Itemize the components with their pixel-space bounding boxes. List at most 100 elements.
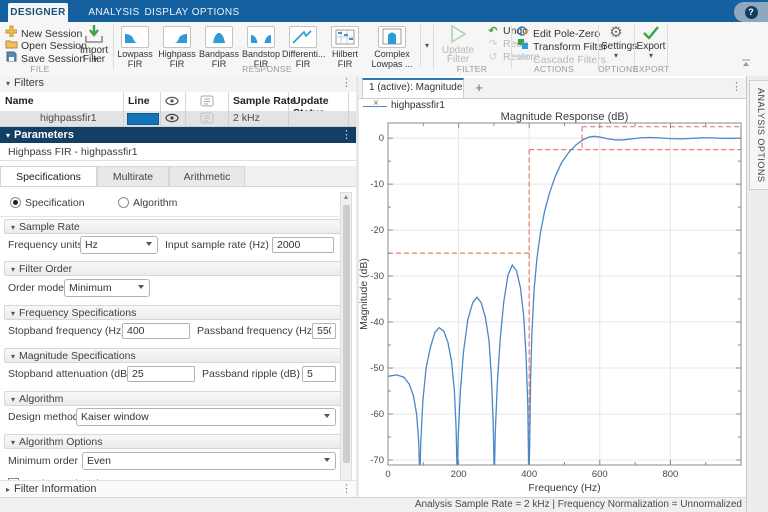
visibility-eye-icon[interactable] xyxy=(165,95,179,110)
row-eye-icon[interactable] xyxy=(165,112,179,127)
left-panel: ▾ Filters ⋮ Name Line Sample Rate Update … xyxy=(0,76,359,499)
passband-frequency-field[interactable] xyxy=(312,323,336,339)
close-tab-icon[interactable]: × xyxy=(373,98,379,109)
radio-selected-icon xyxy=(10,197,21,208)
input-sample-rate-field[interactable] xyxy=(272,237,334,253)
export-button[interactable]: Export ▾ xyxy=(636,24,666,60)
divider xyxy=(667,25,668,69)
bandstop-icon xyxy=(247,26,275,48)
edit-pole-zero-button[interactable]: Edit Pole-Zero xyxy=(516,25,600,40)
design-method-select[interactable]: Kaiser window xyxy=(76,408,336,426)
open-session-button[interactable]: Open Session xyxy=(4,38,87,52)
differentiator-icon xyxy=(289,26,317,48)
tab-arithmetic[interactable]: Arithmetic xyxy=(169,166,245,187)
collapse-ribbon-button[interactable] xyxy=(740,58,752,68)
bandpass-icon xyxy=(205,26,233,48)
bandpass-fir-button[interactable]: Bandpass FIR xyxy=(198,24,240,69)
radio-icon xyxy=(118,197,129,208)
radio-algorithm[interactable]: Algorithm xyxy=(118,194,177,212)
minimum-order-select[interactable]: Even xyxy=(82,452,336,470)
settings-button[interactable]: ⚙ Settings ▾ xyxy=(601,24,637,60)
radio-specification[interactable]: Specification xyxy=(10,194,85,212)
legend-label[interactable]: highpassfir1 xyxy=(391,100,445,111)
menu-dots-icon[interactable]: ⋮ xyxy=(341,127,352,143)
magnitude-response-chart[interactable]: 0 200 400 600 800 0 -10 -20 -30 -40 -50 -60 -70 Magni… xyxy=(359,112,746,497)
svg-text:600: 600 xyxy=(592,469,608,480)
design-mode-radios: Specification Algorithm xyxy=(0,192,338,217)
tab-analysis[interactable]: ANALYSIS xyxy=(84,3,144,22)
gallery-expand-button[interactable]: ▾ xyxy=(420,25,433,67)
stopband-frequency-field[interactable] xyxy=(122,323,190,339)
frequency-units-label: Frequency units xyxy=(8,239,83,251)
order-mode-select[interactable]: Minimum xyxy=(64,279,150,297)
tabbar-menu-dots-icon[interactable]: ⋮ xyxy=(731,80,742,93)
passband-ripple-field[interactable] xyxy=(302,366,336,382)
menu-dots-icon[interactable]: ⋮ xyxy=(341,76,352,91)
sample-rate-section-header[interactable]: ▾ Sample Rate xyxy=(4,219,344,234)
filter-table-row[interactable]: highpassfir1 2 kHz xyxy=(0,111,358,127)
complex-lowpass-fir-button[interactable]: Complex Lowpas ... xyxy=(366,24,418,69)
undo-icon: ↶ xyxy=(488,25,498,37)
stopband-attenuation-field[interactable] xyxy=(127,366,195,382)
hilbert-fir-button[interactable]: Hilbert FIR xyxy=(324,24,366,69)
row-sample-rate: 2 kHz xyxy=(233,112,260,124)
scroll-up-icon[interactable]: ▲ xyxy=(341,193,351,203)
new-session-button[interactable]: New Session xyxy=(4,25,82,40)
import-filter-button[interactable]: Import Filter xyxy=(76,24,112,65)
restore-icon: ↺ xyxy=(488,51,498,63)
tab-specifications[interactable]: Specifications xyxy=(0,166,97,187)
magnitude-specifications-section-header[interactable]: ▾ Magnitude Specifications xyxy=(4,348,344,363)
svg-text:-30: -30 xyxy=(370,271,384,282)
transform-filter-button[interactable]: Transform Filter xyxy=(516,38,607,53)
complex-lowpass-icon xyxy=(378,26,406,48)
help-button[interactable]: ? xyxy=(734,2,768,22)
tab-multirate[interactable]: Multirate xyxy=(97,166,169,187)
divider xyxy=(598,25,599,69)
status-bar: Analysis Sample Rate = 2 kHz | Frequency… xyxy=(0,497,746,512)
filter-order-section-header[interactable]: ▾ Filter Order xyxy=(4,261,344,276)
algorithm-row: Design method Kaiser window xyxy=(0,408,340,432)
update-filter-button[interactable]: Update Filter xyxy=(436,24,480,65)
svg-text:-50: -50 xyxy=(370,363,384,374)
minimum-order-row: Minimum order Even xyxy=(0,452,340,476)
tab-designer[interactable]: DESIGNER xyxy=(8,3,68,22)
col-line[interactable]: Line xyxy=(128,95,150,107)
svg-text:-20: -20 xyxy=(370,225,384,236)
lowpass-fir-button[interactable]: Lowpass FIR xyxy=(114,24,156,69)
gallery-dropdown-icon: ▾ xyxy=(424,41,429,50)
highpass-fir-button[interactable]: Highpass FIR xyxy=(156,24,198,69)
file-section-label: FILE xyxy=(30,64,50,74)
algorithm-section-header[interactable]: ▾ Algorithm xyxy=(4,391,344,406)
magnitude-doc-tab[interactable]: 1 (active): Magnitude × xyxy=(362,78,464,109)
col-sample-rate[interactable]: Sample Rate xyxy=(233,95,296,107)
parameters-subtitle: Highpass FIR - highpassfir1 xyxy=(0,143,358,161)
add-tab-button[interactable]: + xyxy=(471,80,487,96)
row-legend-icon[interactable] xyxy=(200,112,214,127)
highpass-icon xyxy=(163,26,191,48)
filters-panel-header[interactable]: ▾ Filters ⋮ xyxy=(0,76,358,93)
filter-name[interactable]: highpassfir1 xyxy=(40,112,97,124)
frequency-specifications-row: Stopband frequency (Hz) Passband frequen… xyxy=(0,322,340,346)
analysis-options-tab[interactable]: ANALYSIS OPTIONS xyxy=(749,80,768,190)
stopband-frequency-label: Stopband frequency (Hz) xyxy=(8,325,125,337)
differentiator-fir-button[interactable]: Differenti... FIR xyxy=(282,24,325,69)
panel-splitter[interactable] xyxy=(356,76,359,497)
frequency-units-select[interactable]: Hz xyxy=(80,236,158,254)
col-name[interactable]: Name xyxy=(5,95,34,107)
frequency-specifications-section-header[interactable]: ▾ Frequency Specifications xyxy=(4,305,344,320)
svg-text:-70: -70 xyxy=(370,455,384,466)
actions-section-label: ACTIONS xyxy=(534,64,574,74)
scroll-thumb[interactable] xyxy=(343,205,350,463)
parameters-panel-header[interactable]: ▾ Parameters ⋮ xyxy=(0,127,358,143)
gear-icon: ⚙ xyxy=(609,24,623,41)
line-color-swatch[interactable] xyxy=(127,113,159,125)
algorithm-options-section-header[interactable]: ▾ Algorithm Options xyxy=(4,434,344,449)
filter-order-row: Order mode Minimum xyxy=(0,279,340,303)
bandstop-fir-button[interactable]: Bandstop FIR xyxy=(240,24,282,69)
tab-display-options[interactable]: DISPLAY OPTIONS xyxy=(144,3,240,22)
cascade-filters-button[interactable]: Cascade Filters xyxy=(516,51,606,66)
order-mode-label: Order mode xyxy=(8,282,65,294)
menu-dots-icon[interactable]: ⋮ xyxy=(341,481,352,498)
legend-column-icon[interactable] xyxy=(200,95,214,110)
parameters-scrollbar[interactable]: ▲ ▼ xyxy=(340,192,352,492)
